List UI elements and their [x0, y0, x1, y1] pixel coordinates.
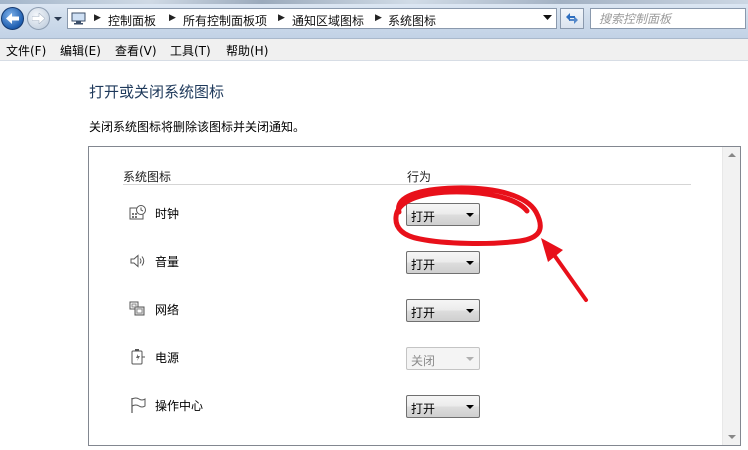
chevron-right-icon[interactable]: ▶ — [169, 13, 176, 23]
row-label-clock: 时钟 — [155, 207, 180, 221]
breadcrumb-item[interactable]: 通知区域图标 — [292, 12, 364, 29]
scroll-up-arrow-icon[interactable] — [728, 153, 736, 157]
clock-behavior-select[interactable]: 打开 — [406, 203, 480, 226]
table-row: 操作中心 打开 — [89, 393, 719, 423]
table-row: 音量 打开 — [89, 249, 719, 279]
volume-behavior-select[interactable]: 打开 — [406, 251, 480, 274]
back-button[interactable] — [1, 7, 24, 30]
search-box[interactable] — [590, 8, 746, 29]
chevron-down-icon — [466, 261, 474, 265]
breadcrumb-item[interactable]: 所有控制面板项 — [183, 12, 267, 29]
table-row: 时钟 打开 — [89, 201, 719, 231]
vertical-scrollbar[interactable] — [722, 147, 740, 445]
menu-edit[interactable]: 编辑(E) — [60, 42, 101, 59]
power-icon — [131, 349, 145, 365]
chevron-down-icon — [466, 405, 474, 409]
chevron-down-icon[interactable] — [543, 15, 552, 21]
chevron-right-icon[interactable]: ▶ — [94, 13, 101, 23]
clock-icon — [129, 205, 146, 220]
select-value: 打开 — [411, 210, 436, 224]
forward-arrow-icon — [32, 13, 45, 24]
system-icons-panel: 系统图标 行为 时钟 打开 音量 打开 网络 打开 电源 关闭 操作中心 打开 — [88, 146, 741, 446]
select-value: 打开 — [411, 258, 436, 272]
refresh-button[interactable] — [560, 8, 584, 29]
row-label-power: 电源 — [155, 351, 180, 365]
chevron-down-icon — [466, 213, 474, 217]
select-value: 关闭 — [411, 354, 436, 368]
menu-file[interactable]: 文件(F) — [6, 42, 46, 59]
search-input[interactable] — [591, 9, 745, 28]
network-icon — [129, 301, 145, 316]
recent-pages-button[interactable] — [52, 13, 64, 25]
chevron-down-icon — [466, 309, 474, 313]
volume-icon — [130, 254, 145, 268]
window-frame-strip — [0, 0, 748, 4]
chevron-down-icon — [54, 17, 62, 21]
chevron-right-icon[interactable]: ▶ — [278, 13, 285, 23]
refresh-icon — [566, 13, 578, 24]
menu-bar: 文件(F) 编辑(E) 查看(V) 工具(T) 帮助(H) — [0, 39, 748, 61]
action-center-behavior-select[interactable]: 打开 — [406, 395, 480, 418]
column-header-system-icon: 系统图标 — [123, 170, 172, 184]
table-row: 电源 关闭 — [89, 345, 719, 375]
control-panel-icon — [71, 12, 86, 25]
page-description: 关闭系统图标将删除该图标并关闭通知。 — [89, 120, 306, 134]
address-bar: ▶ 控制面板 ▶ 所有控制面板项 ▶ 通知区域图标 ▶ 系统图标 — [0, 0, 748, 39]
network-behavior-select[interactable]: 打开 — [406, 299, 480, 322]
breadcrumb[interactable]: ▶ 控制面板 ▶ 所有控制面板项 ▶ 通知区域图标 ▶ 系统图标 — [67, 8, 557, 29]
main-content: 打开或关闭系统图标 关闭系统图标将删除该图标并关闭通知。 系统图标 行为 时钟 … — [0, 61, 748, 450]
flag-icon — [131, 397, 146, 413]
row-label-action-center: 操作中心 — [155, 399, 204, 413]
select-value: 打开 — [411, 306, 436, 320]
breadcrumb-item[interactable]: 系统图标 — [388, 12, 436, 29]
scroll-down-arrow-icon[interactable] — [728, 435, 736, 439]
chevron-down-icon — [466, 357, 474, 361]
page-title: 打开或关闭系统图标 — [89, 83, 225, 101]
back-arrow-icon — [6, 13, 19, 24]
row-label-network: 网络 — [155, 303, 180, 317]
forward-button[interactable] — [27, 7, 50, 30]
menu-help[interactable]: 帮助(H) — [226, 42, 268, 59]
column-header-behavior: 行为 — [407, 170, 432, 184]
table-row: 网络 打开 — [89, 297, 719, 327]
menu-tools[interactable]: 工具(T) — [170, 42, 211, 59]
menu-view[interactable]: 查看(V) — [115, 42, 157, 59]
breadcrumb-item[interactable]: 控制面板 — [108, 12, 156, 29]
header-divider — [123, 184, 691, 185]
row-label-volume: 音量 — [155, 255, 180, 269]
power-behavior-select[interactable]: 关闭 — [406, 347, 480, 370]
chevron-right-icon[interactable]: ▶ — [375, 13, 382, 23]
select-value: 打开 — [411, 402, 436, 416]
